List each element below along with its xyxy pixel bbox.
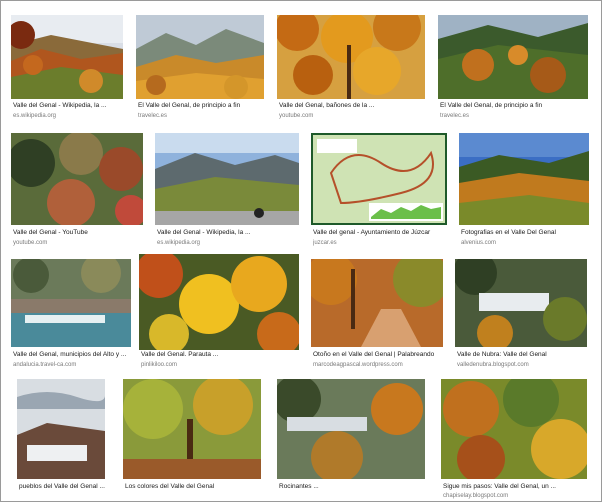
result-tile[interactable]: Fotografias en el Valle Del Genal alveni… <box>459 133 589 249</box>
result-caption[interactable]: Otoño en el Valle del Genal | Palabreand… <box>313 351 445 359</box>
result-source: andalucia.travel-ca.com <box>13 362 77 368</box>
result-source: es.wikipedia.org <box>13 113 57 119</box>
result-source: youtube.com <box>279 113 314 119</box>
result-thumbnail[interactable] <box>11 133 143 225</box>
result-thumbnail[interactable] <box>123 379 261 479</box>
result-caption[interactable]: Valle del genal - Ayuntamiento de Júzcar <box>313 229 449 237</box>
result-thumbnail[interactable] <box>277 15 425 99</box>
result-tile[interactable]: Valle del Genal, bañones de la ... youtu… <box>277 15 425 125</box>
result-thumbnail[interactable] <box>155 133 299 225</box>
result-tile[interactable]: El Valle del Genal, de principio a fin t… <box>136 15 264 125</box>
result-source: juzcar.es <box>313 240 337 246</box>
white-village-cloudy-sky-icon <box>17 379 105 479</box>
result-thumbnail[interactable] <box>277 379 425 479</box>
result-thumbnail[interactable] <box>17 379 105 479</box>
waterfall-river-icon <box>11 259 131 347</box>
white-village-hills-icon <box>455 259 587 347</box>
road-mountain-view-icon <box>155 133 299 225</box>
result-thumbnail[interactable] <box>459 133 589 225</box>
route-map-icon <box>311 133 447 225</box>
result-tile[interactable]: pueblos del Valle del Genal ... <box>17 379 105 497</box>
leafy-forest-path-icon <box>311 259 443 347</box>
result-caption[interactable]: Valle del Genal - YouTube <box>13 229 145 237</box>
result-source: chapiselay.blogspot.com <box>443 493 509 499</box>
result-source: valledenubra.blogspot.com <box>457 362 529 368</box>
result-tile[interactable]: El Valle del Genal, de principio a fin t… <box>438 15 588 125</box>
result-thumbnail[interactable] <box>311 133 447 225</box>
result-caption[interactable]: Valle del Genal, municipios del Alto y .… <box>13 351 133 359</box>
result-caption[interactable]: Valle del Genal - Wikipedia, la ... <box>13 102 125 110</box>
result-source: travelec.es <box>440 113 470 119</box>
result-source: youtube.com <box>13 240 48 246</box>
result-caption[interactable]: Valle del Genal. Parauta ... <box>141 351 301 359</box>
village-valley-autumn-icon <box>277 379 425 479</box>
result-thumbnail[interactable] <box>311 259 443 347</box>
wide-autumn-valley-icon <box>459 133 589 225</box>
mixed-autumn-hillside-icon <box>11 133 143 225</box>
result-caption[interactable]: Sigue mis pasos: Valle del Genal, un ... <box>443 483 589 491</box>
bright-yellow-trees-icon <box>139 254 299 350</box>
golden-forest-mountains-icon <box>136 15 264 99</box>
result-thumbnail[interactable] <box>11 259 131 347</box>
result-caption[interactable]: Los colores del Valle del Genal <box>125 483 263 491</box>
result-tile[interactable]: Valle del Genal - YouTube youtube.com <box>11 133 143 249</box>
result-thumbnail[interactable] <box>438 15 588 99</box>
result-caption[interactable]: Rocinantes ... <box>279 483 427 491</box>
dense-autumn-forest-icon <box>441 379 587 479</box>
chestnut-tree-canopy-icon <box>123 379 261 479</box>
result-source: marcodeagpascal.wordpress.com <box>313 362 403 368</box>
result-caption[interactable]: Fotografias en el Valle Del Genal <box>461 229 591 237</box>
result-caption[interactable]: pueblos del Valle del Genal ... <box>19 483 107 491</box>
result-thumbnail[interactable] <box>441 379 587 479</box>
orange-chestnut-trees-icon <box>277 15 425 99</box>
green-orange-forest-valley-icon <box>438 15 588 99</box>
autumn-valley-hillside-icon <box>11 15 123 99</box>
result-thumbnail[interactable] <box>11 15 123 99</box>
result-caption[interactable]: Valle del Genal, bañones de la ... <box>279 102 427 110</box>
result-tile[interactable]: Rocinantes ... <box>277 379 425 497</box>
result-tile[interactable]: Los colores del Valle del Genal <box>123 379 261 497</box>
result-thumbnail[interactable] <box>136 15 264 99</box>
result-source: alvenius.com <box>461 240 497 246</box>
result-source: es.wikipedia.org <box>157 240 201 246</box>
result-thumbnail[interactable] <box>139 254 299 350</box>
result-tile[interactable]: Sigue mis pasos: Valle del Genal, un ...… <box>441 379 589 499</box>
result-tile[interactable]: Valle del genal - Ayuntamiento de Júzcar… <box>311 133 447 249</box>
result-tile[interactable]: Otoño en el Valle del Genal | Palabreand… <box>311 259 443 371</box>
result-caption[interactable]: Valle de Nubra: Valle del Genal <box>457 351 589 359</box>
result-caption[interactable]: El Valle del Genal, de principio a fin <box>440 102 590 110</box>
result-tile[interactable]: Valle del Genal - Wikipedia, la ... es.w… <box>11 15 123 125</box>
result-tile[interactable]: Valle del Genal, municipios del Alto y .… <box>11 259 131 371</box>
result-caption[interactable]: El Valle del Genal, de principio a fin <box>138 102 266 110</box>
result-caption[interactable]: Valle del Genal - Wikipedia, la ... <box>157 229 301 237</box>
result-tile[interactable]: Valle de Nubra: Valle del Genal valleden… <box>455 259 587 371</box>
result-thumbnail[interactable] <box>455 259 587 347</box>
image-results-grid: Valle del Genal - Wikipedia, la ... es.w… <box>0 0 602 502</box>
result-tile[interactable]: Valle del Genal - Wikipedia, la ... es.w… <box>155 133 299 249</box>
result-source: travelec.es <box>138 113 168 119</box>
result-source: pinlikiloo.com <box>141 362 178 368</box>
result-tile[interactable]: Valle del Genal. Parauta ... pinlikiloo.… <box>139 254 299 371</box>
